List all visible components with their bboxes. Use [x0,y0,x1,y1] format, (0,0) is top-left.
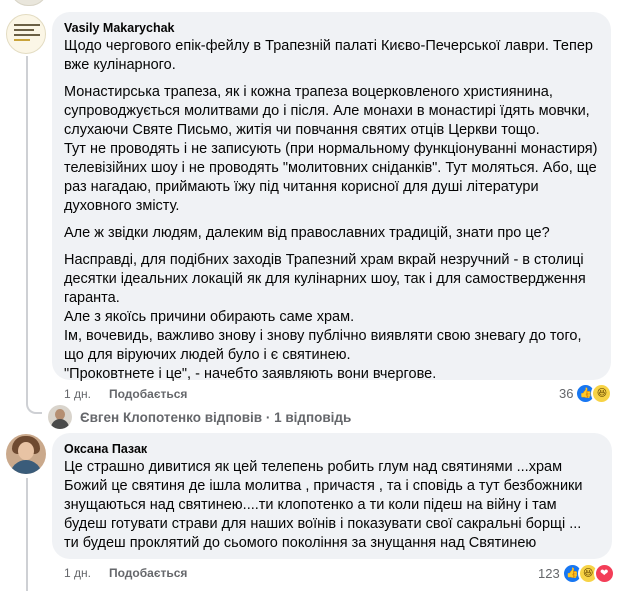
reaction-summary[interactable]: 36 👍 😆 [559,383,613,404]
comment-author[interactable]: Vasily Makarychak [64,20,599,37]
comment-paragraph: Монастирська трапеза, як і кожна трапеза… [64,84,598,214]
avatar-image [14,24,40,44]
thread-line [26,478,28,591]
reply-author-avatar [48,405,72,429]
comment-actions: 1 дн. Подобається [64,566,187,580]
comment-bubble: Оксана Пазак Це страшно дивитися як цей … [52,433,612,559]
reaction-summary[interactable]: 123 👍 😆 ❤ [538,563,615,584]
avatar[interactable] [6,434,46,474]
thread-line [26,56,28,400]
like-button[interactable]: Подобається [109,387,187,401]
comment-actions: 1 дн. Подобається [64,387,187,401]
view-replies-link[interactable]: Євген Клопотенко відповів · 1 відповідь [48,405,351,429]
comment-paragraph: Але ж звідки людям, далеким від правосла… [64,225,550,241]
comment-paragraph: Насправді, для подібних заходів Трапезни… [64,252,586,382]
reaction-count: 36 [559,386,574,401]
haha-reaction-icon: 😆 [591,383,613,404]
reaction-count: 123 [538,566,560,581]
comment-time[interactable]: 1 дн. [64,387,91,401]
previous-comment-avatar[interactable] [10,0,48,6]
comment-bubble: Vasily Makarychak Щодо чергового епік-фе… [52,12,611,382]
like-button[interactable]: Подобається [109,566,187,580]
avatar[interactable] [6,14,46,54]
thread-connector [26,396,42,414]
comment-author[interactable]: Оксана Пазак [64,441,600,458]
love-reaction-icon: ❤ [593,563,615,584]
replies-summary: Євген Клопотенко відповів · 1 відповідь [80,409,352,425]
comment-paragraph: Щодо чергового епік-фейлу в Трапезній па… [64,38,598,73]
comment-time[interactable]: 1 дн. [64,566,91,580]
comment-paragraph: Це страшно дивитися як цей телепень роби… [64,459,587,551]
